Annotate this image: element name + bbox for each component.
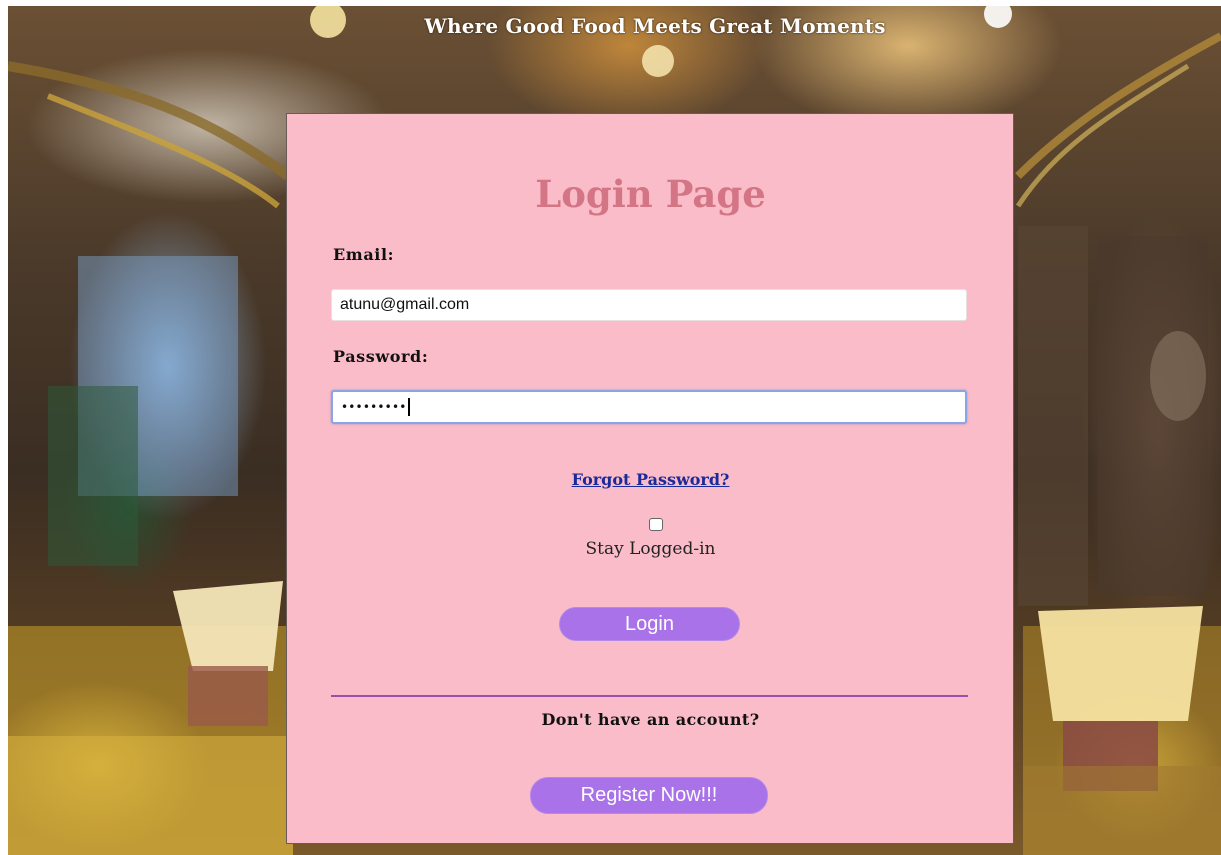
email-field[interactable]: atunu@gmail.com <box>331 289 967 321</box>
email-label: Email: <box>333 245 395 264</box>
stay-logged-in-label: Stay Logged-in <box>585 539 716 559</box>
password-field[interactable]: ••••••••• <box>331 390 967 424</box>
login-button[interactable]: Login <box>559 607 740 641</box>
register-button-label: Register Now!!! <box>580 784 718 806</box>
no-account-text: Don't have an account? <box>541 710 760 729</box>
site-tagline: Where Good Food Meets Great Moments <box>424 14 886 38</box>
email-field-value: atunu@gmail.com <box>340 296 470 313</box>
password-label: Password: <box>333 347 429 366</box>
page: Where Good Food Meets Great Moments Logi… <box>0 0 1221 855</box>
login-button-label: Login <box>625 612 674 635</box>
stay-logged-in-checkbox[interactable] <box>649 518 663 531</box>
forgot-password-link[interactable]: Forgot Password? <box>0 470 1221 489</box>
divider <box>331 695 968 697</box>
login-title: Login Page <box>535 172 766 216</box>
password-field-value: ••••••••• <box>341 400 407 414</box>
register-button[interactable]: Register Now!!! <box>530 777 768 814</box>
text-caret <box>407 398 410 416</box>
